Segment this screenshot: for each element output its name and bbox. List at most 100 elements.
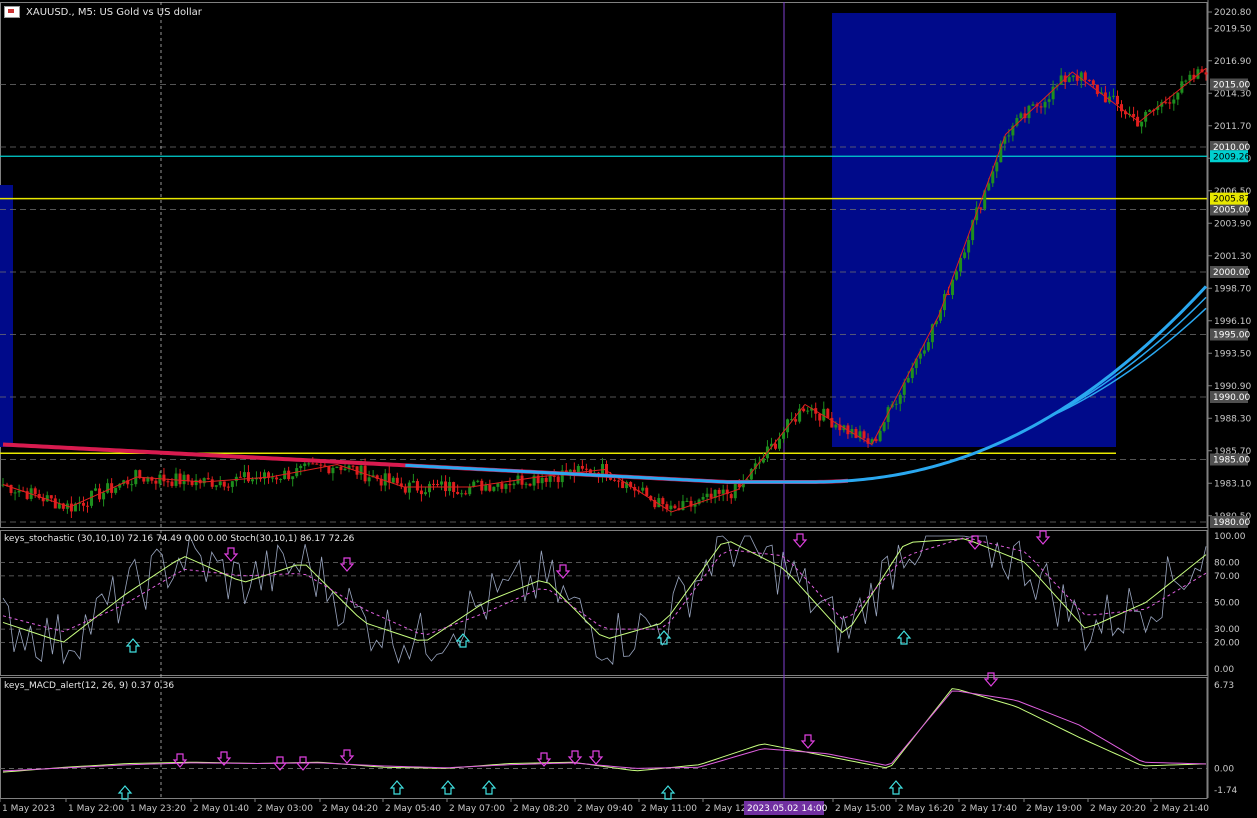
candle-bull (484, 484, 488, 491)
time-label: 2 May 05:40 (385, 804, 441, 814)
candle-bull (1172, 99, 1176, 104)
time-label: 2 May 04:20 (322, 804, 378, 814)
pane-border (0, 530, 1208, 676)
candle-bear (613, 479, 617, 481)
candle-bull (94, 488, 98, 491)
candle-bull (1019, 113, 1023, 119)
sell-arrow-icon (339, 749, 355, 764)
candle-bull (894, 403, 898, 405)
price-marker-label: 2005.87 (1213, 195, 1250, 205)
candle-bull (427, 483, 431, 493)
candle-bear (1204, 72, 1208, 75)
price-tick-label: 2016.90 (1214, 57, 1251, 67)
price-marker-label: 2009.26 (1213, 152, 1250, 162)
candle-bear (1132, 113, 1136, 117)
candle-bear (436, 484, 440, 486)
candle-bull (17, 490, 21, 493)
candle-bull (299, 465, 303, 469)
chart-canvas[interactable]: 2020.80 2019.50 2016.90 2014.30 2011.70 2009.… (0, 0, 1257, 818)
candle-bull (878, 430, 882, 442)
price-tick-label: 1996.10 (1214, 317, 1251, 327)
candle-bear (275, 477, 279, 480)
candle-bear (69, 503, 73, 512)
candle-bear (1168, 102, 1172, 104)
time-label: 2 May 12 (705, 804, 747, 814)
candle-bull (721, 489, 725, 494)
candle-bear (1039, 106, 1043, 108)
candle-bull (476, 480, 480, 482)
candle-bull (343, 468, 347, 471)
candle-bull (335, 466, 339, 468)
candle-bull (1043, 101, 1047, 108)
candle-bear (351, 465, 355, 467)
candle-bull (383, 473, 387, 486)
candle-bull (1067, 77, 1071, 83)
sell-arrow-icon (172, 753, 188, 768)
candle-bull (331, 467, 335, 474)
candle-bear (81, 502, 85, 506)
stochastic-label: keys_stochastic (30,10,10) 72.16 74.49 0… (4, 534, 355, 544)
buy-arrow-icon (888, 780, 904, 795)
candle-bull (291, 476, 295, 480)
candle-bull (250, 479, 254, 482)
candle-bear (464, 493, 468, 495)
candle-bear (315, 463, 319, 465)
price-tick-label: 2019.50 (1214, 24, 1251, 34)
sell-arrow-icon (588, 750, 604, 765)
stoch-level-label: 0.00 (1214, 665, 1234, 675)
candle-bear (419, 490, 423, 495)
buy-arrow-icon (440, 780, 456, 795)
time-label: 2 May 16:20 (898, 804, 954, 814)
us-flag-icon (4, 6, 20, 18)
candle-bull (1007, 135, 1011, 137)
price-tick-label: 2020.80 (1214, 8, 1251, 18)
candle-bull (641, 487, 645, 491)
candle-bear (178, 473, 182, 485)
candle-bear (520, 475, 524, 485)
candle-bull (967, 240, 971, 253)
candle-bull (367, 477, 371, 482)
price-level-label: 2005.00 (1213, 206, 1250, 216)
candle-bear (979, 207, 983, 209)
sell-arrow-icon (223, 547, 239, 562)
candle-bull (45, 495, 49, 502)
stoch-level-label: 20.00 (1214, 638, 1240, 648)
price-tick-label: 2011.70 (1214, 122, 1251, 132)
candle-bull (512, 483, 516, 486)
candle-bear (556, 476, 560, 483)
candle-bear (166, 481, 170, 483)
candle-bear (142, 478, 146, 482)
candle-bear (488, 484, 492, 491)
macd-level-label: 0.00 (1214, 764, 1234, 774)
candle-bull (1184, 80, 1188, 82)
candle-bear (238, 476, 242, 478)
sell-arrow-icon (792, 533, 808, 548)
price-tick-label: 2001.30 (1214, 252, 1251, 262)
candle-bull (1031, 104, 1035, 106)
candle-bear (729, 494, 733, 499)
candle-bull (460, 493, 464, 495)
macd-label: keys_MACD_alert(12, 26, 9) 0.37 0.36 (4, 681, 175, 691)
time-label: 2 May 08:20 (513, 804, 569, 814)
candle-bull (987, 183, 991, 191)
candle-bear (162, 474, 166, 482)
price-tick-label: 1990.90 (1214, 382, 1251, 392)
candle-bull (106, 483, 110, 493)
candle-bear (709, 493, 713, 498)
candle-bear (246, 472, 250, 482)
candle-bear (327, 465, 331, 474)
candle-bull (194, 479, 198, 486)
candle-bull (504, 483, 508, 489)
stoch-level-label: 50.00 (1214, 599, 1240, 609)
price-tick-label: 1993.50 (1214, 349, 1251, 359)
sell-arrow-icon (339, 557, 355, 572)
candle-bear (1115, 95, 1119, 105)
time-label: 2 May 19:00 (1026, 804, 1082, 814)
buy-arrow-icon (117, 785, 133, 800)
candle-bull (524, 483, 528, 485)
candle-bear (456, 491, 460, 494)
candle-bull (705, 493, 709, 498)
time-label: 2 May 03:00 (257, 804, 313, 814)
candle-bull (657, 498, 661, 508)
candle-bull (955, 271, 959, 280)
